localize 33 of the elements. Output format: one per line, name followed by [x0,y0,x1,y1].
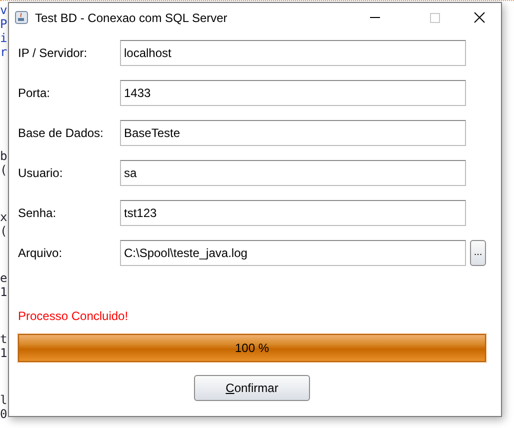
input-field[interactable]: localhost [120,40,466,66]
code-text: ( [0,224,8,238]
code-text: i [0,31,8,45]
code-text: 1 [0,346,8,360]
field-label: Porta: [18,86,52,100]
field-label: Usuario: [18,166,64,180]
code-text: l [0,393,8,407]
field-label: Senha: [18,206,58,220]
code-text: r [0,45,8,59]
code-text: ( [0,163,8,177]
input-field[interactable]: 1433 [120,80,466,106]
close-icon[interactable] [474,12,485,23]
code-text: v [0,3,8,17]
status-message: Processo Concluido! [18,308,130,324]
field-label: Arquivo: [18,246,64,260]
field-label: IP / Servidor: [18,46,88,60]
code-text: x [0,210,8,224]
window-title: Test BD - Conexao com SQL Server [35,10,228,24]
input-field[interactable]: BaseTeste [120,120,466,146]
code-text: P [0,17,8,31]
code-text: 0 [0,407,8,421]
browse-button[interactable]: ... [470,240,486,266]
minimize-icon[interactable] [370,16,380,18]
progress-reading: 100 % [234,341,270,355]
input-field[interactable]: C:\Spool\teste_java.log [120,240,466,266]
input-field[interactable]: sa [120,160,466,186]
code-text: e [0,271,8,285]
code-text: b [0,149,8,163]
input-field[interactable]: tst123 [120,200,466,226]
field-label: Base de Dados: [18,126,104,140]
confirm-button[interactable]: Confirmar [194,375,310,401]
code-text: 1 [0,285,8,299]
code-text: t [0,332,8,346]
